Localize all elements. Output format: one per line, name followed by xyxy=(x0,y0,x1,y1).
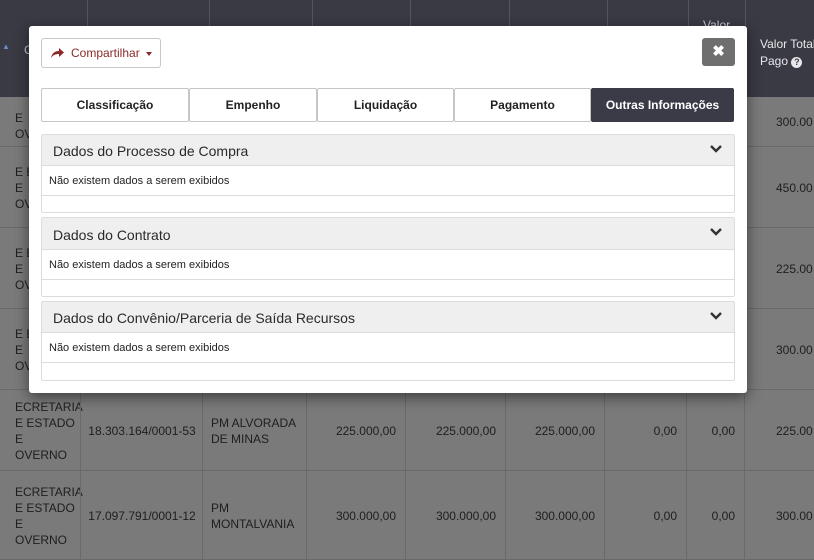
chevron-down-icon[interactable] xyxy=(710,144,722,154)
panel-header[interactable]: Dados do Processo de Compra xyxy=(42,135,734,166)
panel-title: Dados do Processo de Compra xyxy=(53,143,249,159)
tab-pagamento[interactable]: Pagamento xyxy=(454,88,591,122)
tab-empenho[interactable]: Empenho xyxy=(189,88,317,122)
panel-title: Dados do Convênio/Parceria de Saída Recu… xyxy=(53,310,355,326)
panel-header[interactable]: Dados do Convênio/Parceria de Saída Recu… xyxy=(42,302,734,333)
panel-title: Dados do Contrato xyxy=(53,227,171,243)
empty-message: Não existem dados a serem exibidos xyxy=(49,342,230,354)
close-button[interactable]: ✖ xyxy=(702,38,735,66)
modal-overlay: Compartilhar ✖ Classificação Empenho Liq… xyxy=(0,0,814,560)
panel-body: Não existem dados a serem exibidos xyxy=(42,166,734,196)
share-button-label: Compartilhar xyxy=(71,46,140,60)
empty-message: Não existem dados a serem exibidos xyxy=(49,259,230,271)
panel-convenio: Dados do Convênio/Parceria de Saída Recu… xyxy=(41,301,735,381)
share-arrow-icon xyxy=(51,48,64,58)
details-modal: Compartilhar ✖ Classificação Empenho Liq… xyxy=(29,26,747,393)
panel-contrato: Dados do Contrato Não existem dados a se… xyxy=(41,217,735,297)
panel-header[interactable]: Dados do Contrato xyxy=(42,218,734,250)
empty-message: Não existem dados a serem exibidos xyxy=(49,175,230,187)
caret-down-icon xyxy=(146,52,152,56)
tab-outras-informacoes[interactable]: Outras Informações xyxy=(591,88,734,122)
tab-liquidacao[interactable]: Liquidação xyxy=(317,88,454,122)
panel-body: Não existem dados a serem exibidos xyxy=(42,250,734,280)
tab-classificacao[interactable]: Classificação xyxy=(41,88,189,122)
share-button[interactable]: Compartilhar xyxy=(41,38,161,68)
chevron-down-icon[interactable] xyxy=(710,311,722,321)
chevron-down-icon[interactable] xyxy=(710,227,722,237)
panel-processo-compra: Dados do Processo de Compra Não existem … xyxy=(41,134,735,213)
panel-body: Não existem dados a serem exibidos xyxy=(42,333,734,363)
